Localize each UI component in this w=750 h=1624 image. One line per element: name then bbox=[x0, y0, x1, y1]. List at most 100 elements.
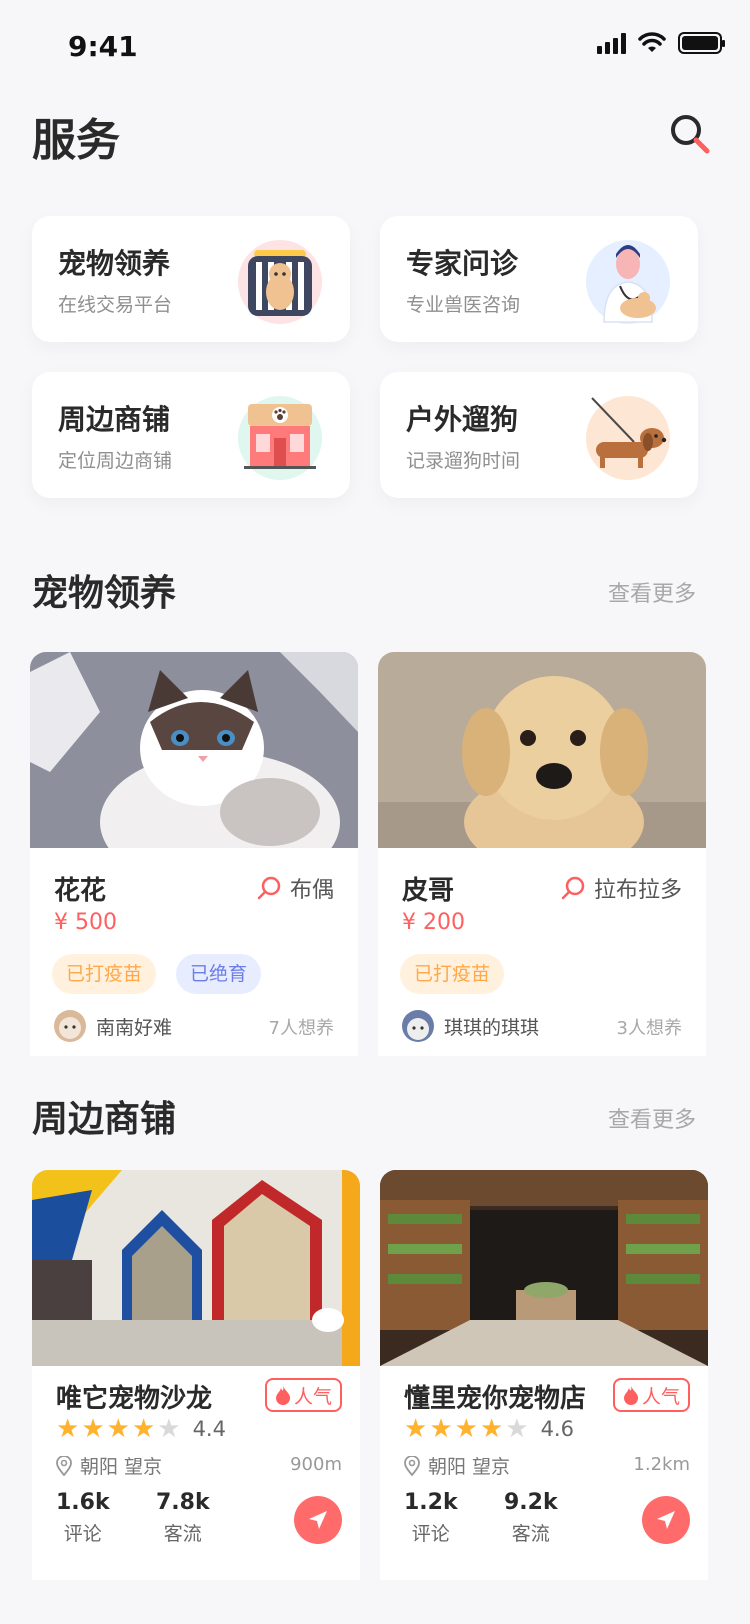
popular-badge: 人气 bbox=[264, 1378, 342, 1412]
location-label: 朝阳 望京 bbox=[428, 1456, 511, 1478]
star-icon: ★ bbox=[479, 1414, 504, 1444]
pet-photo bbox=[30, 652, 358, 848]
pet-price: ¥ 500 bbox=[54, 910, 117, 935]
avatar bbox=[54, 1010, 86, 1042]
pet-breed: 拉布拉多 bbox=[560, 872, 682, 904]
avatar bbox=[402, 1010, 434, 1042]
traffic-label: 客流 bbox=[511, 1523, 550, 1545]
pet-name: 花花 bbox=[54, 876, 107, 906]
neutered-tag: 已绝育 bbox=[176, 954, 262, 994]
battery-icon bbox=[678, 32, 725, 54]
status-icons bbox=[597, 32, 725, 54]
popular-label: 人气 bbox=[293, 1385, 332, 1408]
star-rating: ★ ★ ★ ★ ★ 4.6 bbox=[404, 1416, 574, 1442]
vet-doctor-icon bbox=[586, 240, 670, 324]
reviews-value: 1.6k bbox=[56, 1490, 110, 1515]
pet-carrier-icon bbox=[238, 240, 322, 324]
service-card-vet[interactable]: 专家问诊 专业兽医咨询 bbox=[380, 216, 698, 342]
service-subtitle: 在线交易平台 bbox=[58, 294, 173, 316]
service-subtitle: 定位周边商铺 bbox=[58, 450, 173, 472]
star-rating: ★ ★ ★ ★ ★ 4.4 bbox=[56, 1416, 226, 1442]
pet-card[interactable]: 皮哥 拉布拉多 ¥ 200 已打疫苗 琪琪的琪琪 3人想养 bbox=[378, 652, 706, 1056]
pet-owner[interactable]: 琪琪的琪琪 bbox=[402, 1010, 539, 1042]
store-location: 朝阳 望京 bbox=[56, 1452, 162, 1479]
female-icon bbox=[257, 876, 281, 900]
signal-icon bbox=[597, 32, 626, 54]
status-time: 9:41 bbox=[68, 30, 138, 63]
fire-icon bbox=[275, 1386, 290, 1405]
service-title: 宠物领养 bbox=[58, 247, 171, 280]
page-title: 服务 bbox=[32, 115, 120, 166]
service-card-walk[interactable]: 户外遛狗 记录遛狗时间 bbox=[380, 372, 698, 498]
popular-badge: 人气 bbox=[612, 1378, 690, 1412]
reviews-stat: 1.2k 评论 bbox=[404, 1490, 458, 1546]
pet-price: ¥ 200 bbox=[402, 910, 465, 935]
breed-label: 拉布拉多 bbox=[593, 878, 682, 903]
store-card[interactable]: 懂里宠你宠物店 人气 ★ ★ ★ ★ ★ 4.6 朝阳 望京 1.2km 1.2… bbox=[380, 1170, 708, 1580]
vaccinated-tag: 已打疫苗 bbox=[52, 954, 157, 994]
traffic-value: 9.2k bbox=[504, 1490, 558, 1515]
pet-photo bbox=[378, 652, 706, 848]
location-pin-icon bbox=[404, 1455, 420, 1476]
popular-label: 人气 bbox=[641, 1385, 680, 1408]
want-count: 3人想养 bbox=[616, 1018, 682, 1039]
search-icon bbox=[671, 115, 710, 154]
pet-breed: 布偶 bbox=[256, 872, 334, 904]
store-name: 懂里宠你宠物店 bbox=[404, 1384, 587, 1414]
star-icon: ★ bbox=[131, 1414, 156, 1444]
traffic-stat: 9.2k 客流 bbox=[504, 1490, 558, 1546]
navigation-arrow-icon bbox=[657, 1511, 675, 1529]
fire-icon bbox=[623, 1386, 638, 1405]
rating-value: 4.6 bbox=[540, 1417, 574, 1441]
navigate-button[interactable] bbox=[294, 1496, 342, 1544]
navigation-arrow-icon bbox=[309, 1511, 327, 1529]
owner-name: 南南好难 bbox=[96, 1016, 173, 1039]
service-subtitle: 记录遛狗时间 bbox=[406, 450, 521, 472]
adoption-more-link[interactable]: 查看更多 bbox=[608, 576, 696, 608]
reviews-value: 1.2k bbox=[404, 1490, 458, 1515]
wifi-icon bbox=[638, 32, 666, 52]
stores-section-title: 周边商铺 bbox=[32, 1099, 177, 1140]
stores-more-link[interactable]: 查看更多 bbox=[608, 1102, 696, 1134]
star-icon: ★ bbox=[454, 1414, 478, 1444]
star-icon: ★ bbox=[157, 1414, 181, 1444]
female-icon bbox=[561, 876, 585, 900]
store-card[interactable]: 唯它宠物沙龙 人气 ★ ★ ★ ★ ★ 4.4 朝阳 望京 900m 1.6k … bbox=[32, 1170, 360, 1580]
service-card-adoption[interactable]: 宠物领养 在线交易平台 bbox=[32, 216, 350, 342]
service-card-shops[interactable]: 周边商铺 定位周边商铺 bbox=[32, 372, 350, 498]
location-label: 朝阳 望京 bbox=[80, 1456, 163, 1478]
store-distance: 1.2km bbox=[633, 1454, 690, 1475]
store-location: 朝阳 望京 bbox=[404, 1452, 510, 1479]
star-icon: ★ bbox=[106, 1414, 130, 1444]
star-icon: ★ bbox=[81, 1414, 105, 1444]
service-title: 周边商铺 bbox=[58, 403, 171, 436]
traffic-label: 客流 bbox=[163, 1523, 202, 1545]
store-photo bbox=[32, 1170, 360, 1366]
star-icon: ★ bbox=[404, 1414, 428, 1444]
service-title: 专家问诊 bbox=[406, 247, 519, 280]
traffic-stat: 7.8k 客流 bbox=[156, 1490, 210, 1546]
star-icon: ★ bbox=[429, 1414, 453, 1444]
service-title: 户外遛狗 bbox=[406, 403, 519, 436]
star-icon: ★ bbox=[56, 1414, 80, 1444]
pet-card[interactable]: 花花 布偶 ¥ 500 已打疫苗 已绝育 南南好难 7人想养 bbox=[30, 652, 358, 1056]
want-count: 7人想养 bbox=[268, 1018, 334, 1039]
adoption-section-title: 宠物领养 bbox=[32, 573, 177, 614]
service-subtitle: 专业兽医咨询 bbox=[406, 294, 521, 316]
traffic-value: 7.8k bbox=[156, 1490, 210, 1515]
reviews-stat: 1.6k 评论 bbox=[56, 1490, 110, 1546]
navigate-button[interactable] bbox=[642, 1496, 690, 1544]
pet-owner[interactable]: 南南好难 bbox=[54, 1010, 172, 1042]
store-distance: 900m bbox=[290, 1454, 342, 1475]
pet-shop-icon bbox=[238, 396, 322, 480]
star-icon: ★ bbox=[505, 1414, 529, 1444]
rating-value: 4.4 bbox=[192, 1417, 226, 1441]
dog-walking-icon bbox=[586, 396, 670, 480]
owner-name: 琪琪的琪琪 bbox=[444, 1016, 540, 1039]
pet-name: 皮哥 bbox=[402, 876, 455, 906]
store-name: 唯它宠物沙龙 bbox=[56, 1384, 213, 1414]
reviews-label: 评论 bbox=[411, 1523, 450, 1545]
search-button[interactable] bbox=[668, 112, 712, 156]
breed-label: 布偶 bbox=[289, 878, 334, 903]
reviews-label: 评论 bbox=[63, 1523, 102, 1545]
